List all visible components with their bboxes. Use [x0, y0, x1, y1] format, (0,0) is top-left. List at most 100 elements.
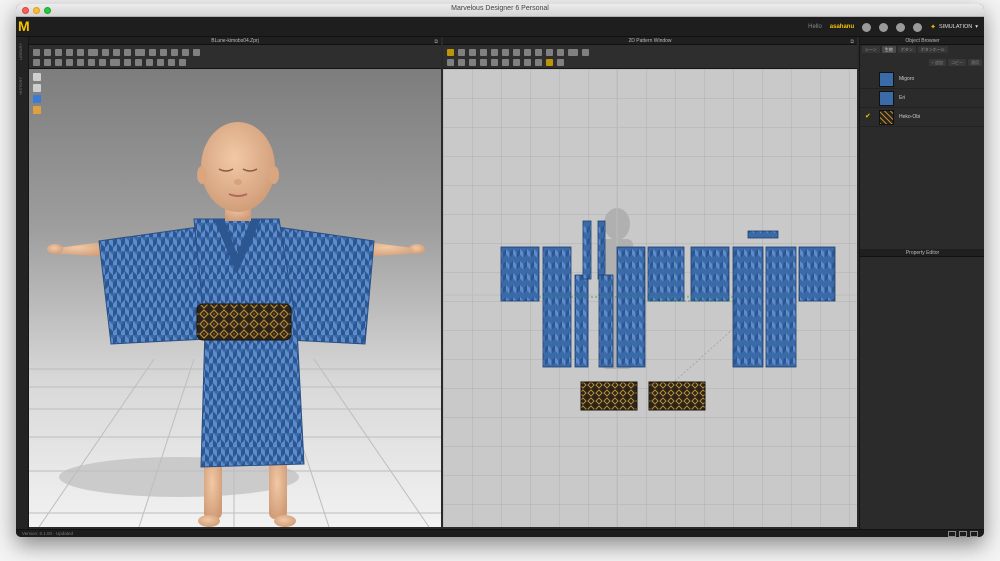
user-name[interactable]: asahanu — [830, 24, 854, 30]
3d-panel-header: BLune-kimobs04.Zprj ⧉ — [29, 37, 441, 45]
layout-split-icon[interactable] — [959, 531, 967, 537]
free-sewing-tool[interactable] — [582, 48, 589, 56]
texture-icon[interactable] — [33, 106, 41, 114]
tab-button[interactable]: ボタン — [897, 46, 916, 53]
layout-3d-icon[interactable] — [948, 531, 956, 537]
graphic-tool[interactable] — [149, 48, 156, 56]
list-item[interactable]: Migoro — [860, 70, 984, 89]
viewport-tools — [33, 73, 41, 114]
pin-2d-tool[interactable] — [546, 58, 553, 66]
thickness-tool[interactable] — [157, 58, 164, 66]
fabric-list: Migoro Eri ✔ Heko-Obi — [860, 70, 984, 127]
garment-display-icon[interactable] — [33, 84, 41, 92]
obi-pattern-back — [648, 381, 706, 411]
fabric-actions: + 追加 コピー 適用 — [928, 59, 982, 66]
layer-tool[interactable] — [77, 58, 84, 66]
app-window: Marvelous Designer 6 Personal M Hello as… — [16, 4, 984, 537]
copy-fabric-button[interactable]: コピー — [948, 59, 966, 66]
obi-pattern-front — [580, 381, 638, 411]
pin-tool[interactable] — [77, 48, 84, 56]
stress-map-tool[interactable] — [168, 58, 175, 66]
edit-point-tool[interactable] — [458, 48, 465, 56]
list-item[interactable]: ✔ Heko-Obi — [860, 108, 984, 127]
measure-tool[interactable] — [88, 48, 98, 56]
2d-pattern-viewport[interactable] — [443, 69, 857, 527]
layout-2d-icon[interactable] — [970, 531, 978, 537]
fold-tool[interactable] — [55, 48, 62, 56]
select-move-tool[interactable] — [33, 48, 40, 56]
transform-pattern-tool[interactable] — [447, 48, 454, 56]
sewing-tool[interactable] — [182, 48, 189, 56]
grading-tool[interactable] — [557, 58, 564, 66]
fabric-name: Eri — [899, 95, 906, 101]
sleeve-back-right-pattern — [798, 246, 836, 302]
dart-tool[interactable] — [557, 48, 564, 56]
texture-2d-tool[interactable] — [458, 58, 465, 66]
okumi-right-pattern — [598, 274, 614, 368]
topstitch-tool[interactable] — [102, 48, 109, 56]
strengthen-tool[interactable] — [66, 58, 73, 66]
tab-buttonhole[interactable]: ボタンホール — [917, 46, 948, 53]
fold-arrangement-tool[interactable] — [524, 58, 531, 66]
freeze-tool[interactable] — [44, 58, 51, 66]
tab-fabric[interactable]: 生地 — [881, 46, 896, 53]
library-tab[interactable]: LIBRARY — [18, 43, 23, 60]
internal-rectangle-tool[interactable] — [535, 48, 542, 56]
ruler-tool[interactable] — [491, 58, 498, 66]
notch-tool[interactable] — [513, 58, 520, 66]
solidify-tool[interactable] — [88, 58, 95, 66]
shrinkage-tool[interactable] — [99, 58, 106, 66]
select-mesh-tool[interactable] — [44, 48, 51, 56]
puckering-tool[interactable] — [146, 58, 153, 66]
simulation-mode-button[interactable]: ✦ SIMULATION ▾ — [930, 23, 978, 31]
hanger-tool[interactable] — [171, 48, 178, 56]
speaker-icon[interactable] — [862, 22, 872, 32]
fabric-swatch — [879, 110, 894, 125]
object-browser-title: Object Browser — [905, 38, 940, 44]
list-item[interactable]: Eri — [860, 89, 984, 108]
check-sewing-tool[interactable] — [535, 58, 542, 66]
button-tool[interactable] — [113, 48, 120, 56]
symmetric-tool[interactable] — [480, 58, 487, 66]
internal-polygon-tool[interactable] — [524, 48, 531, 56]
avatar-tool[interactable] — [160, 48, 167, 56]
3d-viewport[interactable] — [29, 69, 441, 527]
avatar-display-icon[interactable] — [33, 73, 41, 81]
edit-curvature-tool[interactable] — [469, 48, 476, 56]
fitting-tool[interactable] — [135, 58, 142, 66]
chevron-down-icon: ▾ — [975, 24, 978, 30]
apply-fabric-button[interactable]: 適用 — [968, 59, 982, 66]
polygon-tool[interactable] — [491, 48, 498, 56]
add-point-tool[interactable] — [480, 48, 487, 56]
checkmark-icon: ✔ — [865, 113, 871, 120]
history-tab[interactable]: HISTORY — [18, 77, 23, 95]
rectangle-tool[interactable] — [502, 48, 509, 56]
cloud-icon[interactable] — [913, 22, 923, 32]
trace-tool[interactable] — [447, 58, 454, 66]
strain-map-tool[interactable] — [179, 58, 186, 66]
help-icon[interactable] — [896, 22, 906, 32]
arrangement-point-tool[interactable] — [33, 58, 40, 66]
segment-sewing-tool[interactable] — [568, 48, 578, 56]
render-icon[interactable] — [33, 95, 41, 103]
hide-tool[interactable] — [55, 58, 62, 66]
user-icon[interactable] — [879, 22, 889, 32]
obi-belt — [196, 303, 292, 341]
baseline-tool[interactable] — [502, 58, 509, 66]
edit-pattern-tool[interactable] — [193, 48, 200, 56]
line-tool[interactable] — [110, 58, 120, 66]
tab-scene[interactable]: シーン — [862, 46, 880, 53]
circle-tool[interactable] — [513, 48, 520, 56]
collar-left-pattern — [582, 220, 592, 280]
morph-tool[interactable] — [124, 58, 131, 66]
window-title: Marvelous Designer 6 Personal — [451, 5, 549, 12]
texture-edit-tool[interactable] — [135, 48, 145, 56]
sleeve-right-pattern — [647, 246, 685, 302]
graphic-2d-tool[interactable] — [469, 58, 476, 66]
add-fabric-button[interactable]: + 追加 — [928, 59, 946, 66]
internal-circle-tool[interactable] — [546, 48, 553, 56]
tack-tool[interactable] — [66, 48, 73, 56]
app-logo[interactable]: M — [18, 19, 32, 33]
zipper-tool[interactable] — [124, 48, 131, 56]
front-patterns — [500, 220, 685, 368]
